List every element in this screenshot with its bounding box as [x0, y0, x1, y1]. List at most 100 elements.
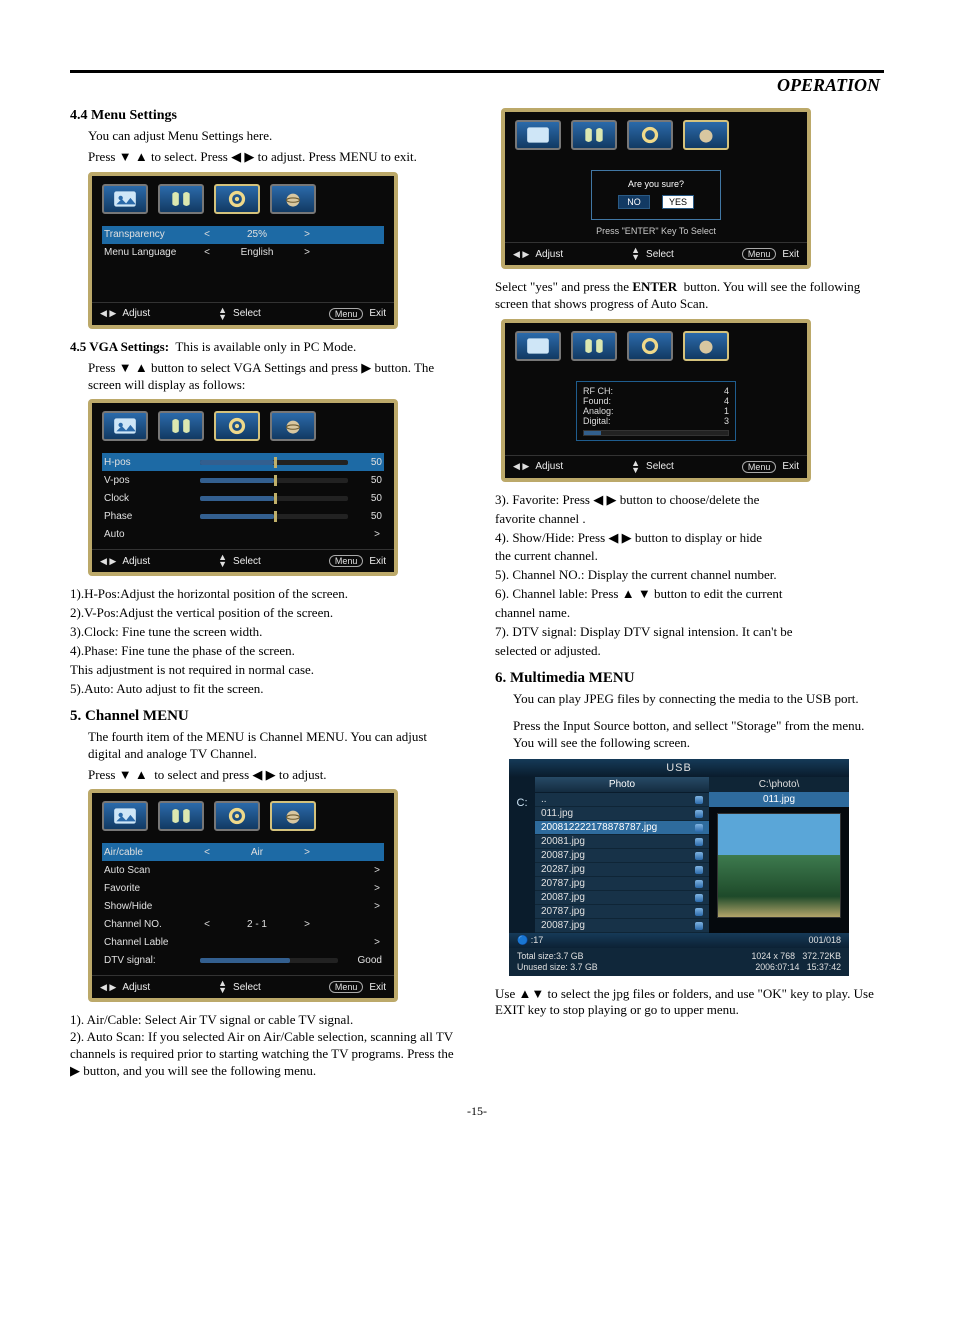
- tab-setup-icon[interactable]: [214, 801, 260, 831]
- row-v-pos[interactable]: V-pos50: [102, 471, 384, 489]
- tab-audio-icon[interactable]: [158, 184, 204, 214]
- row-auto-scan[interactable]: Auto Scan >: [102, 861, 384, 879]
- confirm-question: Are you sure?: [596, 179, 716, 189]
- nav-ud-icon: ▲▼: [631, 247, 640, 261]
- filename: 200812222178878787.jpg: [541, 822, 657, 833]
- exit-label: Exit: [782, 461, 799, 472]
- osd-vga-settings: H-pos50V-pos50Clock50Phase50Auto> ◀ ▶ Ad…: [88, 399, 398, 576]
- usb-browser: USB C: Photo ..011.jpg200812222178878787…: [509, 759, 849, 975]
- slider[interactable]: [200, 514, 348, 519]
- tab-audio-icon[interactable]: [158, 801, 204, 831]
- tab-channel-icon[interactable]: [683, 120, 729, 150]
- vga-note: 4).Phase: Fine tune the phase of the scr…: [70, 643, 459, 660]
- tab-setup-icon[interactable]: [627, 331, 673, 361]
- vga-note: 5).Auto: Auto adjust to fit the screen.: [70, 681, 459, 698]
- file-icon: [695, 796, 703, 804]
- tab-picture-icon[interactable]: [102, 801, 148, 831]
- slider[interactable]: [200, 478, 348, 483]
- row-phase[interactable]: Phase50: [102, 507, 384, 525]
- right-arrow-icon[interactable]: >: [370, 883, 384, 894]
- file-icon: [695, 810, 703, 818]
- confirm-dialog: Are you sure? NO YES: [591, 170, 721, 220]
- right-arrow-icon[interactable]: >: [370, 529, 384, 540]
- row-transparency[interactable]: Transparency < 25% >: [102, 226, 384, 244]
- right-arrow-icon[interactable]: >: [300, 229, 314, 240]
- filename: 20787.jpg: [541, 906, 585, 917]
- tab-picture-icon[interactable]: [102, 411, 148, 441]
- row-menu-language[interactable]: Menu Language < English >: [102, 244, 384, 262]
- row-h-pos[interactable]: H-pos50: [102, 453, 384, 471]
- menu-pill: Menu: [329, 981, 364, 993]
- tab-channel-icon[interactable]: [683, 331, 729, 361]
- tab-picture-icon[interactable]: [102, 184, 148, 214]
- nav-ud-icon: ▲▼: [218, 307, 227, 321]
- row-auto[interactable]: Auto>: [102, 525, 384, 543]
- tab-setup-icon[interactable]: [214, 411, 260, 441]
- adjust-label: Adjust: [122, 556, 150, 567]
- usb-date: 2006:07:14: [755, 962, 799, 972]
- usb-file-item[interactable]: 20081.jpg: [535, 835, 709, 849]
- osd-footer: ◀ ▶ Adjust ▲▼ Select Menu Exit: [92, 302, 394, 325]
- channel-note: 5). Channel NO.: Display the current cha…: [495, 567, 884, 584]
- left-arrow-icon[interactable]: <: [200, 229, 214, 240]
- usb-unused-size: Unused size: 3.7 GB: [517, 962, 598, 973]
- sec-5-p1: The fourth item of the MENU is Channel M…: [70, 729, 459, 763]
- right-arrow-icon[interactable]: >: [300, 247, 314, 258]
- filename: 20287.jpg: [541, 864, 585, 875]
- row-air-cable[interactable]: Air/cable<Air>: [102, 843, 384, 861]
- tab-picture-icon[interactable]: [515, 120, 561, 150]
- sec-4-4-p2: Press ▼ ▲ to select. Press ◀ ▶ to adjust…: [88, 149, 459, 166]
- right-arrow-icon[interactable]: >: [370, 901, 384, 912]
- tab-channel-icon[interactable]: [270, 184, 316, 214]
- right-arrow-icon[interactable]: >: [370, 865, 384, 876]
- tab-audio-icon[interactable]: [571, 120, 617, 150]
- row-clock[interactable]: Clock50: [102, 489, 384, 507]
- right-arrow-icon[interactable]: >: [300, 847, 314, 858]
- usb-file-item[interactable]: 20087.jpg: [535, 891, 709, 905]
- row-show-hide[interactable]: Show/Hide>: [102, 897, 384, 915]
- usb-file-item[interactable]: 20287.jpg: [535, 863, 709, 877]
- usb-file-item[interactable]: 20787.jpg: [535, 905, 709, 919]
- txt: :17: [531, 935, 544, 945]
- left-arrow-icon[interactable]: <: [200, 919, 214, 930]
- left-arrow-icon[interactable]: <: [200, 847, 214, 858]
- usb-tab-photo[interactable]: Photo: [535, 777, 709, 793]
- yes-button[interactable]: YES: [662, 195, 694, 209]
- left-arrow-icon[interactable]: <: [200, 247, 214, 258]
- tab-setup-icon[interactable]: [627, 120, 673, 150]
- usb-file-item[interactable]: 20787.jpg: [535, 877, 709, 891]
- usb-bar-right: 001/018: [808, 935, 841, 946]
- row-dtv-signal-[interactable]: DTV signal:Good: [102, 951, 384, 969]
- tab-picture-icon[interactable]: [515, 331, 561, 361]
- menu-pill: Menu: [742, 461, 777, 473]
- osd-tabs: [92, 793, 394, 839]
- no-button[interactable]: NO: [618, 195, 650, 209]
- usb-file-item[interactable]: 011.jpg: [535, 807, 709, 821]
- channel-note: 7). DTV signal: Display DTV signal inten…: [495, 624, 884, 641]
- usb-file-item[interactable]: 200812222178878787.jpg: [535, 821, 709, 835]
- sec-4-5-title: 4.5 VGA Settings:: [70, 339, 169, 354]
- row-channel-no-[interactable]: Channel NO.<2 - 1>: [102, 915, 384, 933]
- usb-file-item[interactable]: 20087.jpg: [535, 849, 709, 863]
- usb-bar-left: 🔵 :17: [517, 935, 543, 946]
- label: Auto Scan: [102, 865, 192, 876]
- tab-channel-icon[interactable]: [270, 411, 316, 441]
- row-favorite[interactable]: Favorite>: [102, 879, 384, 897]
- right-arrow-icon[interactable]: >: [370, 937, 384, 948]
- usb-file-item[interactable]: 20087.jpg: [535, 919, 709, 933]
- vga-note: This adjustment is not required in norma…: [70, 662, 459, 679]
- menu-pill: Menu: [742, 248, 777, 260]
- file-icon: [695, 866, 703, 874]
- tab-audio-icon[interactable]: [571, 331, 617, 361]
- tab-channel-icon[interactable]: [270, 801, 316, 831]
- usb-drive-label[interactable]: C:: [509, 777, 535, 933]
- tab-setup-icon[interactable]: [214, 184, 260, 214]
- right-arrow-icon[interactable]: >: [300, 919, 314, 930]
- slider[interactable]: [200, 460, 348, 465]
- row-channel-lable[interactable]: Channel Lable>: [102, 933, 384, 951]
- file-icon: [695, 852, 703, 860]
- slider[interactable]: [200, 496, 348, 501]
- digital-label: Digital:: [583, 416, 611, 426]
- tab-audio-icon[interactable]: [158, 411, 204, 441]
- usb-file-item[interactable]: ..: [535, 793, 709, 807]
